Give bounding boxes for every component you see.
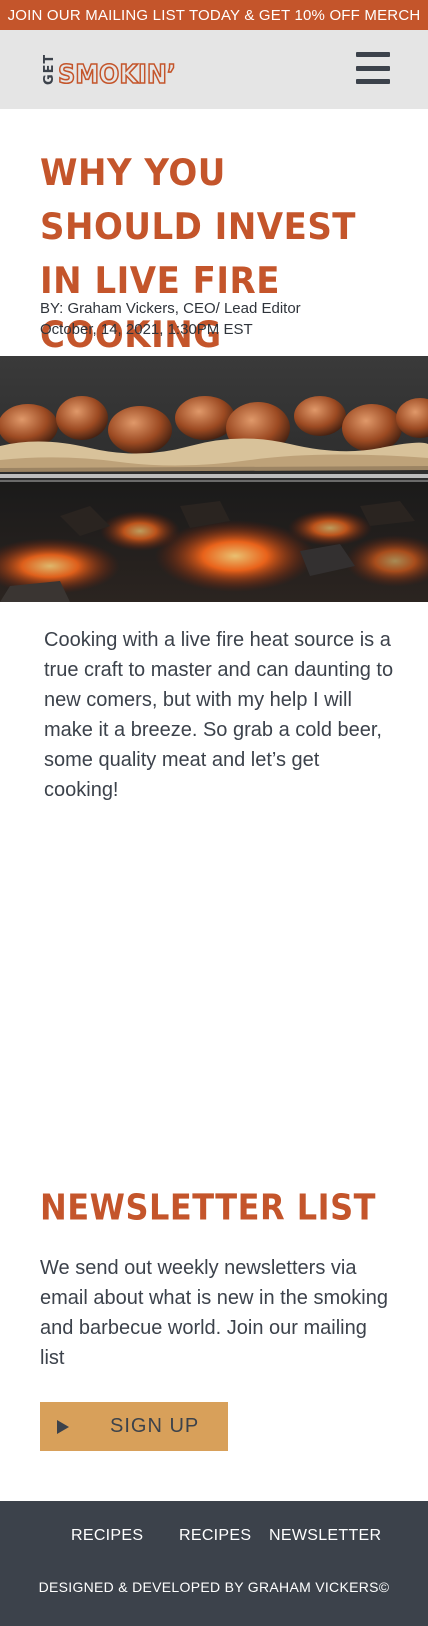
logo-prefix: GET: [42, 55, 57, 85]
hero-image: [0, 356, 428, 602]
footer-credit: DESIGNED & DEVELOPED BY GRAHAM VICKERS©: [38, 1579, 390, 1595]
menu-bar: [356, 52, 390, 57]
grill-photo: [0, 356, 428, 602]
promo-banner-text[interactable]: JOIN OUR MAILING LIST TODAY & GET 10% OF…: [8, 7, 421, 24]
newsletter-description: We send out weekly newsletters via email…: [40, 1257, 388, 1369]
menu-bar: [356, 65, 390, 71]
play-icon: [57, 1420, 69, 1434]
article-author: BY: Graham Vickers, CEO/ Lead Editor: [40, 300, 301, 317]
footer-link-recipes[interactable]: RECIPES: [71, 1527, 143, 1545]
newsletter-heading: NEWSLETTER LIST: [40, 1186, 376, 1229]
menu-bar: [356, 79, 390, 84]
logo-word: SMOKIN’: [58, 60, 176, 87]
article-date: October, 14, 2021, 1:30PM EST: [40, 321, 253, 338]
logo-mark: GET SMOKIN’: [42, 55, 177, 87]
promo-banner[interactable]: JOIN OUR MAILING LIST TODAY & GET 10% OF…: [0, 0, 428, 30]
site-header: GET SMOKIN’: [0, 30, 428, 109]
site-logo[interactable]: GET SMOKIN’: [40, 55, 190, 87]
footer-link-newsletter[interactable]: NEWSLETTER: [269, 1527, 381, 1545]
signup-button[interactable]: SIGN UP: [40, 1402, 228, 1451]
signup-button-label: SIGN UP: [110, 1415, 200, 1437]
hamburger-menu-icon[interactable]: [356, 52, 390, 84]
footer-link-recipes-2[interactable]: RECIPES: [179, 1527, 251, 1545]
article-meta: BY: Graham Vickers, CEO/ Lead Editor Oct…: [40, 298, 301, 340]
site-footer: RECIPES RECIPES NEWSLETTER DESIGNED & DE…: [0, 1501, 428, 1626]
article-intro: Cooking with a live fire heat source is …: [44, 629, 394, 801]
